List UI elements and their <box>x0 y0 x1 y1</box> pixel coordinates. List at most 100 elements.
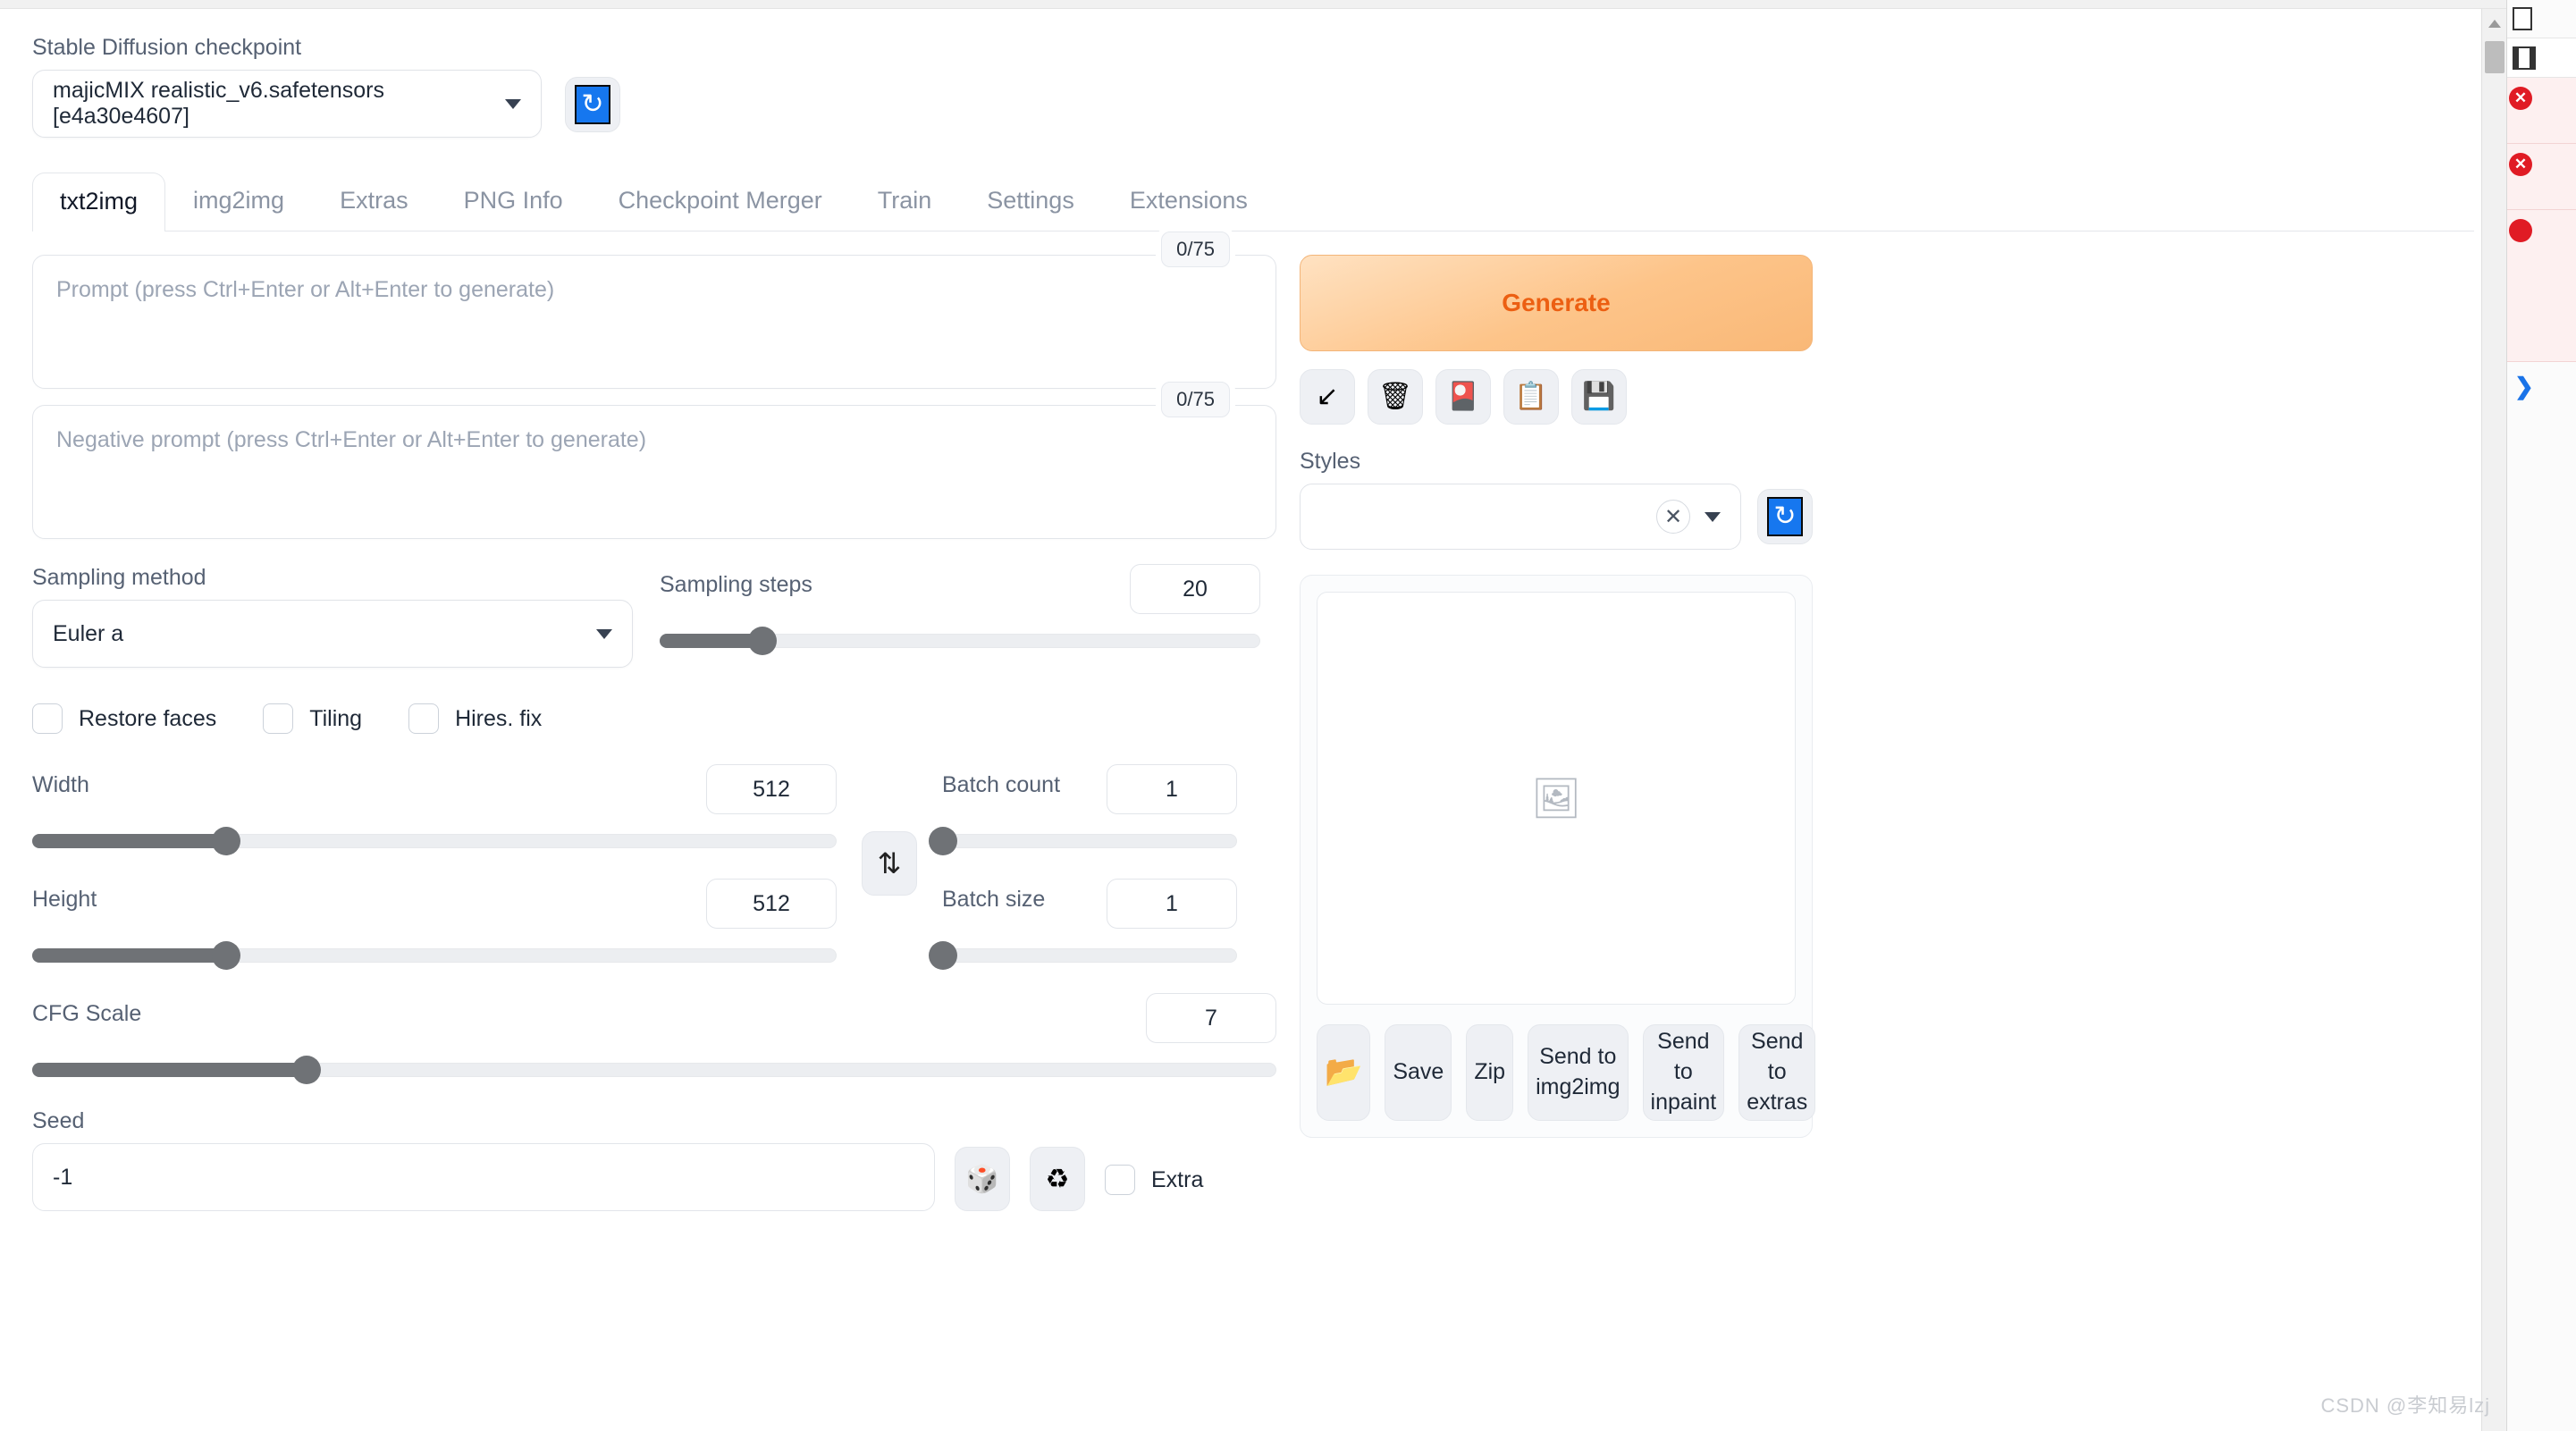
tab-extensions[interactable]: Extensions <box>1102 172 1275 231</box>
prompt-input[interactable]: Prompt (press Ctrl+Enter or Alt+Enter to… <box>32 255 1276 389</box>
devtools-filter-row[interactable] <box>2507 38 2576 78</box>
tab-checkpoint-merger[interactable]: Checkpoint Merger <box>591 172 850 231</box>
tab-img2img[interactable]: img2img <box>165 172 312 231</box>
seed-input[interactable]: -1 <box>32 1143 935 1211</box>
negative-prompt-input[interactable]: Negative prompt (press Ctrl+Enter or Alt… <box>32 405 1276 539</box>
slider-handle[interactable] <box>929 827 957 855</box>
seed-extra-checkbox[interactable] <box>1105 1165 1135 1195</box>
styles-row: Styles ✕ ↻ <box>1300 448 1813 550</box>
negative-prompt-wrapper: 0/75 Negative prompt (press Ctrl+Enter o… <box>32 382 1276 539</box>
apply-style-button[interactable]: 📋 <box>1503 369 1559 425</box>
sampling-steps-value[interactable]: 20 <box>1130 564 1260 614</box>
sampling-method-select[interactable]: Euler a <box>32 600 633 668</box>
console-error-row[interactable] <box>2507 210 2576 362</box>
dimensions-row: Width 512 Height 512 ⇅ Batch count 1 Bat… <box>32 764 1276 970</box>
extra-networks-button[interactable]: 🎴 <box>1435 369 1491 425</box>
cfg-scale-value[interactable]: 7 <box>1146 993 1276 1043</box>
tiling-checkbox[interactable] <box>263 703 294 734</box>
extra-networks-icon: 🎴 <box>1446 382 1480 411</box>
zip-button[interactable]: Zip <box>1466 1024 1514 1121</box>
save-button[interactable]: Save <box>1385 1024 1452 1121</box>
restore-progress-button[interactable]: ↙ <box>1300 369 1355 425</box>
sampling-steps-block: Sampling steps 20 <box>660 564 1260 668</box>
batch-block: Batch count 1 Batch size 1 <box>929 764 1237 970</box>
sampling-method-block: Sampling method Euler a <box>32 564 633 668</box>
batch-count-value[interactable]: 1 <box>1107 764 1237 814</box>
hires-fix-toggle[interactable]: Hires. fix <box>408 703 542 734</box>
slider-handle[interactable] <box>211 941 240 970</box>
cfg-scale-slider[interactable] <box>32 1056 1276 1084</box>
restore-faces-checkbox[interactable] <box>32 703 63 734</box>
negative-prompt-token-counter: 0/75 <box>1161 382 1230 417</box>
slider-handle[interactable] <box>929 941 957 970</box>
reuse-seed-button[interactable]: ♻ <box>1030 1147 1085 1211</box>
restore-faces-toggle[interactable]: Restore faces <box>32 703 216 734</box>
slider-handle[interactable] <box>211 827 240 855</box>
console-error-row[interactable]: ✕ <box>2507 78 2576 144</box>
left-column: 0/75 Prompt (press Ctrl+Enter or Alt+Ent… <box>32 231 1276 1211</box>
send-to-inpaint-button[interactable]: Send to inpaint <box>1642 1024 1725 1121</box>
content-columns: 0/75 Prompt (press Ctrl+Enter or Alt+Ent… <box>32 231 2474 1211</box>
browser-top-strip <box>0 0 2506 9</box>
scroll-up-arrow-icon[interactable] <box>2488 20 2501 28</box>
batch-count-slider[interactable] <box>929 827 1237 855</box>
slider-handle[interactable] <box>291 1056 321 1084</box>
devtools-filter-icon[interactable] <box>2513 46 2536 70</box>
slider-fill <box>32 1063 306 1077</box>
batch-count-label: Batch count <box>942 772 1061 797</box>
sampling-steps-slider[interactable] <box>660 627 1260 655</box>
batch-size-slider[interactable] <box>929 941 1237 970</box>
prompt-wrapper: 0/75 Prompt (press Ctrl+Enter or Alt+Ent… <box>32 231 1276 389</box>
output-gallery[interactable]: 🖼 <box>1317 592 1796 1005</box>
right-column: Generate ↙ 🗑 🎴 📋 💾 Styles ✕ ↻ 🖼 📂 Save Z… <box>1300 255 1816 1211</box>
checkpoint-select[interactable]: majicMIX realistic_v6.safetensors [e4a30… <box>32 70 542 138</box>
tiling-label: Tiling <box>309 705 363 731</box>
restore-progress-icon: ↙ <box>1316 382 1339 411</box>
main-tabs: txt2img img2img Extras PNG Info Checkpoi… <box>32 172 2474 231</box>
slider-handle[interactable] <box>747 627 777 655</box>
height-slider[interactable] <box>32 941 837 970</box>
send-to-img2img-button[interactable]: Send to img2img <box>1528 1024 1629 1121</box>
devtools-inspect-icon[interactable] <box>2513 7 2532 30</box>
send-to-extras-button[interactable]: Send to extras <box>1738 1024 1816 1121</box>
close-icon[interactable]: ✕ <box>1656 500 1690 534</box>
styles-select[interactable]: ✕ <box>1300 484 1741 550</box>
refresh-checkpoints-button[interactable]: ↻ <box>565 77 620 132</box>
open-folder-button[interactable]: 📂 <box>1317 1024 1371 1121</box>
tab-png-info[interactable]: PNG Info <box>436 172 591 231</box>
devtools-toolbar[interactable] <box>2507 0 2576 38</box>
batch-size-value[interactable]: 1 <box>1107 879 1237 929</box>
tab-extras[interactable]: Extras <box>312 172 436 231</box>
hires-fix-checkbox[interactable] <box>408 703 440 734</box>
prompt-token-counter: 0/75 <box>1161 231 1230 267</box>
save-style-button[interactable]: 💾 <box>1571 369 1627 425</box>
page-scrollbar[interactable] <box>2481 9 2506 1431</box>
console-prompt[interactable]: ❯ <box>2507 362 2576 411</box>
checkpoint-row: Stable Diffusion checkpoint majicMIX rea… <box>21 9 2485 138</box>
save-style-icon: 💾 <box>1582 382 1616 411</box>
refresh-styles-button[interactable]: ↻ <box>1757 489 1813 544</box>
width-slider[interactable] <box>32 827 837 855</box>
height-value[interactable]: 512 <box>706 879 837 929</box>
height-label: Height <box>32 887 97 912</box>
styles-label: Styles <box>1300 449 1361 474</box>
slider-fill <box>32 948 225 963</box>
width-value[interactable]: 512 <box>706 764 837 814</box>
hires-fix-label: Hires. fix <box>455 705 543 731</box>
clear-prompt-button[interactable]: 🗑 <box>1368 369 1423 425</box>
chevron-down-icon <box>505 98 521 109</box>
console-error-row[interactable]: ✕ <box>2507 144 2576 210</box>
swap-dimensions-button[interactable]: ⇅ <box>862 831 917 896</box>
tiling-toggle[interactable]: Tiling <box>263 703 362 734</box>
trash-icon: 🗑 <box>1377 382 1413 411</box>
recycle-icon: ♻ <box>1045 1164 1070 1194</box>
generate-button[interactable]: Generate <box>1300 255 1813 351</box>
tab-train[interactable]: Train <box>850 172 960 231</box>
random-seed-button[interactable]: 🎲 <box>955 1147 1010 1211</box>
scrollbar-thumb[interactable] <box>2485 41 2504 73</box>
seed-extra-toggle[interactable]: Extra <box>1105 1165 1203 1195</box>
watermark: CSDN @李知易lzj <box>2320 1394 2490 1417</box>
seed-label: Seed <box>32 1108 85 1133</box>
tab-txt2img[interactable]: txt2img <box>32 173 166 231</box>
tab-settings[interactable]: Settings <box>959 172 1102 231</box>
